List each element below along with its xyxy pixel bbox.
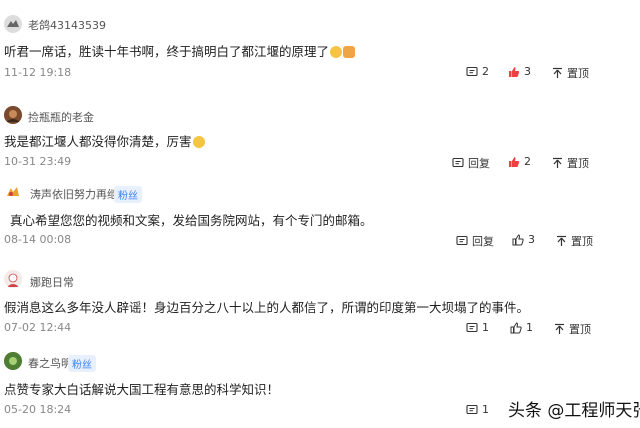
reply-label: 回复 — [468, 157, 490, 170]
grin-emoji-icon — [330, 46, 343, 58]
like-count: 3 — [528, 233, 535, 246]
thumbs-up-icon — [509, 156, 520, 167]
pin-label: 置顶 — [569, 323, 591, 336]
like-button[interactable]: 3 — [508, 65, 531, 78]
reply-count: 1 — [482, 321, 489, 334]
avatar[interactable] — [4, 183, 22, 201]
like-button[interactable]: 1 — [510, 321, 533, 334]
watermark: 头条 @工程师天张 — [508, 401, 640, 421]
thumbs-up-icon — [509, 66, 520, 77]
username[interactable]: 老鸽43143539 — [28, 17, 106, 33]
reply-button[interactable]: 回复 — [452, 155, 490, 171]
avatar[interactable] — [4, 270, 22, 288]
comment-date: 11-12 19:18 — [4, 66, 72, 79]
username[interactable]: 娜跑日常 — [30, 274, 74, 290]
like-count: 3 — [524, 65, 531, 78]
comment-date: 05-20 18:24 — [4, 403, 72, 416]
thumbs-up-icon — [512, 233, 524, 245]
pin-top-icon — [557, 235, 566, 246]
comment-date: 10-31 23:49 — [4, 155, 72, 168]
fan-badge: 粉丝 — [68, 355, 96, 372]
reply-button[interactable]: 2 — [466, 65, 489, 78]
reply-button[interactable]: 1 — [466, 321, 489, 334]
comment-icon — [456, 235, 468, 246]
like-button[interactable]: 3 — [512, 233, 535, 246]
reply-button[interactable]: 1 — [466, 403, 489, 416]
avatar[interactable] — [4, 106, 22, 124]
pin-top-icon — [553, 67, 562, 78]
pin-button[interactable]: 置顶 — [554, 321, 591, 337]
fan-badge: 粉丝 — [114, 186, 142, 203]
reply-button[interactable]: 回复 — [456, 233, 494, 249]
comment-icon — [466, 322, 478, 332]
comment-text: 点赞专家大白话解说大国工程有意思的科学知识！ — [4, 382, 280, 397]
comment-icon — [466, 404, 478, 414]
pin-label: 置顶 — [567, 157, 589, 170]
reply-count: 1 — [482, 403, 489, 416]
thumbs-up-icon — [510, 321, 522, 333]
username[interactable]: 捡瓶瓶的老金 — [28, 109, 94, 125]
reply-count: 2 — [482, 65, 489, 78]
pin-button[interactable]: 置顶 — [552, 65, 589, 81]
avatar[interactable] — [4, 352, 22, 370]
avatar[interactable] — [4, 15, 22, 33]
comment-icon — [466, 66, 478, 76]
pin-label: 置顶 — [567, 67, 589, 80]
pin-button[interactable]: 置顶 — [552, 155, 589, 171]
comment-date: 08-14 00:08 — [4, 233, 72, 246]
comment-text: 真心希望您您的视频和文案，发给国务院网站，有个专门的邮箱。 — [10, 213, 373, 228]
comment-text: 假消息这么多年没人辟谣！身边百分之八十以上的人都信了，所谓的印度第一大坝塌了的事… — [4, 300, 530, 315]
pin-button[interactable]: 置顶 — [556, 233, 593, 249]
pin-top-icon — [555, 323, 564, 334]
pin-top-icon — [553, 157, 562, 168]
comment-text: 听君一席话，胜读十年书啊，终于搞明白了都江堰的原理了 — [4, 41, 356, 60]
like-count: 1 — [526, 321, 533, 334]
comment-date: 07-02 12:44 — [4, 321, 72, 334]
laugh-cry-emoji-icon — [192, 136, 205, 148]
reply-label: 回复 — [472, 235, 494, 248]
like-button[interactable]: 2 — [508, 155, 531, 168]
username[interactable]: 春之鸟明 — [28, 355, 72, 371]
comment-text: 我是都江堰人都没得你清楚，厉害 — [4, 131, 205, 150]
thumbs-up-emoji-icon — [343, 46, 356, 58]
comment-icon — [452, 157, 464, 168]
pin-label: 置顶 — [571, 235, 593, 248]
like-count: 2 — [524, 155, 531, 168]
